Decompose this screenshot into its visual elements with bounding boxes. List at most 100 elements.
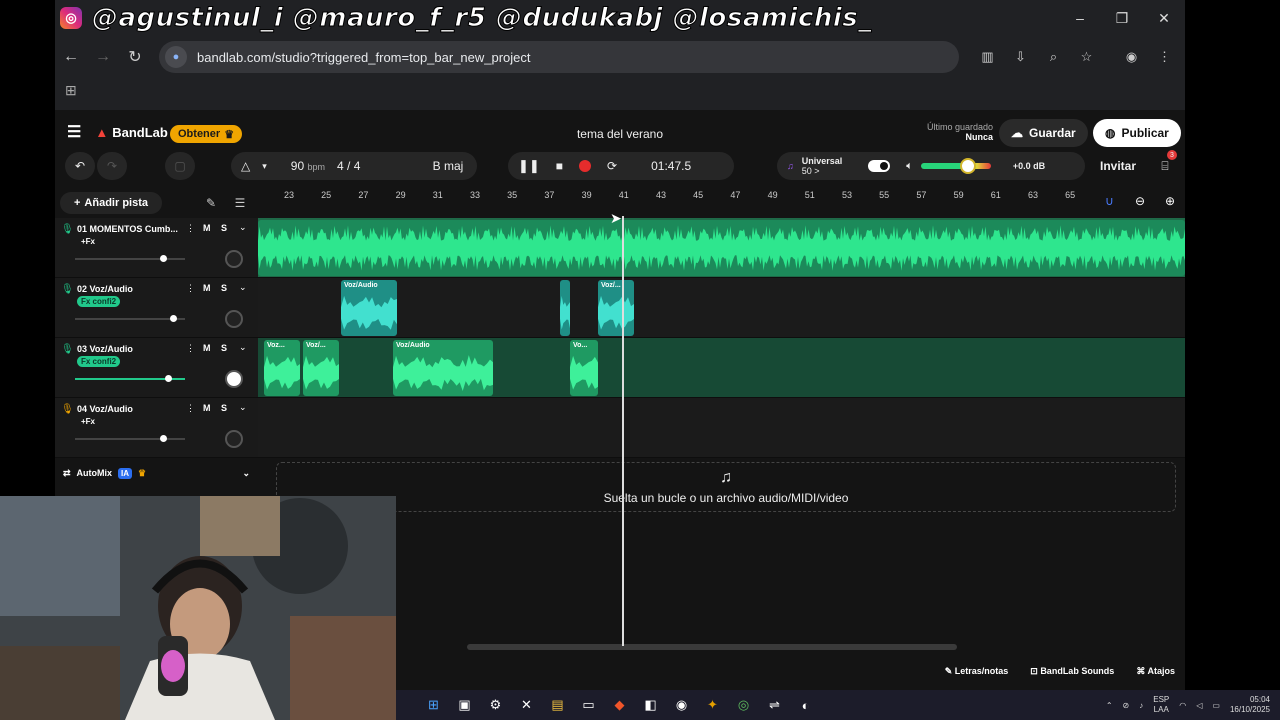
fx-button[interactable]: Fx confi2 bbox=[77, 356, 121, 367]
file-explorer-icon[interactable]: ▤ bbox=[542, 690, 573, 720]
reload-icon[interactable]: ↻ bbox=[119, 41, 151, 73]
track-header[interactable]: 🎙︎ 01 MOMENTOS Cumb... +Fx ⋮ M S ⌄ bbox=[55, 218, 258, 278]
install-app-icon[interactable]: ⇩ bbox=[1006, 43, 1035, 71]
metronome-icon[interactable]: △ bbox=[241, 159, 250, 173]
slider-handle[interactable] bbox=[160, 255, 167, 262]
browser-menu-icon[interactable]: ⋮ bbox=[1150, 43, 1179, 71]
audio-clip[interactable]: Vo... bbox=[570, 340, 598, 396]
playhead[interactable] bbox=[622, 216, 624, 646]
tempo-field[interactable]: 90 bpm bbox=[291, 159, 325, 173]
chevron-down-icon[interactable]: ⌄ bbox=[239, 222, 247, 233]
track-header[interactable]: 🎙︎ 03 Voz/Audio Fx confi2 ⋮ M S ⌄ bbox=[55, 338, 258, 398]
app-icon-2[interactable]: ◧ bbox=[635, 690, 666, 720]
microphone-icon[interactable]: ♪ bbox=[1139, 701, 1143, 710]
audio-clip[interactable]: Voz... bbox=[264, 340, 300, 396]
save-button[interactable]: ☁ Guardar bbox=[999, 119, 1088, 147]
audio-clip[interactable]: Voz/Audio bbox=[341, 280, 397, 336]
redo-icon[interactable]: ↷ bbox=[97, 152, 127, 180]
more-options-icon[interactable]: ⋮ bbox=[186, 283, 195, 294]
address-bar[interactable]: ● bandlab.com/studio?triggered_from=top_… bbox=[159, 41, 959, 73]
steam-icon[interactable]: ◉ bbox=[666, 690, 697, 720]
zoom-in-icon[interactable]: ⊕ bbox=[1165, 194, 1175, 208]
zoom-out-icon[interactable]: ⊖ bbox=[1135, 194, 1145, 208]
windows-start-icon[interactable]: ⊞ bbox=[418, 690, 449, 720]
preset-selector[interactable]: Universal 50 > bbox=[802, 156, 843, 176]
chevron-down-icon[interactable]: ⌄ bbox=[239, 342, 247, 353]
stop-icon[interactable]: ■ bbox=[556, 159, 563, 173]
track-name[interactable]: 01 MOMENTOS Cumb... bbox=[77, 224, 187, 234]
slider-handle[interactable] bbox=[165, 375, 172, 382]
clock[interactable]: 05:04 16/10/2025 bbox=[1230, 695, 1270, 715]
pause-icon[interactable]: ❚❚ bbox=[518, 158, 540, 174]
loop-icon[interactable]: ⟳ bbox=[607, 159, 617, 173]
slider-handle[interactable] bbox=[170, 315, 177, 322]
track-name[interactable]: 03 Voz/Audio bbox=[77, 344, 187, 354]
forward-arrow-icon[interactable]: → bbox=[87, 41, 119, 73]
chevron-down-icon[interactable]: ⌄ bbox=[239, 402, 247, 413]
audio-clip[interactable]: Voz/... bbox=[598, 280, 634, 336]
app-icon-4[interactable]: ⇌ bbox=[759, 690, 790, 720]
profile-avatar-icon[interactable]: ◉ bbox=[1117, 43, 1146, 71]
audio-clip[interactable] bbox=[258, 220, 1185, 276]
site-info-icon[interactable]: ● bbox=[165, 46, 187, 68]
undo-icon[interactable]: ↶ bbox=[65, 152, 95, 180]
automix-panel[interactable]: ⇄ AutoMix IA ♛ ⌄ bbox=[55, 460, 258, 486]
capcut-icon[interactable]: ✕ bbox=[511, 690, 542, 720]
chevron-up-icon[interactable]: ⌃ bbox=[1106, 701, 1113, 710]
track-header[interactable]: 🎙︎ 02 Voz/Audio Fx confi2 ⋮ M S ⌄ bbox=[55, 278, 258, 338]
volume-icon[interactable]: ◁ bbox=[1196, 701, 1202, 710]
add-track-button[interactable]: + Añadir pista bbox=[60, 192, 162, 214]
brave-icon[interactable]: ◆ bbox=[604, 690, 635, 720]
audio-clip[interactable]: Voz/Audio bbox=[393, 340, 493, 396]
more-options-icon[interactable]: ⋮ bbox=[186, 223, 195, 234]
track-header[interactable]: 🎙︎ 04 Voz/Audio +Fx ⋮ M S ⌄ bbox=[55, 398, 258, 458]
horizontal-scrollbar[interactable] bbox=[467, 644, 957, 650]
invite-button[interactable]: Invitar bbox=[1091, 152, 1145, 180]
reading-mode-icon[interactable]: ▥ bbox=[973, 43, 1002, 71]
track-lane[interactable] bbox=[258, 218, 1185, 278]
speaker-icon[interactable]: 🔈︎ bbox=[906, 160, 913, 173]
lyrics-button[interactable]: ✎ Letras/notas bbox=[945, 666, 1009, 677]
mute-button[interactable]: M bbox=[203, 343, 211, 353]
wrench-icon[interactable]: ✎ bbox=[200, 192, 222, 214]
timeline-ruler[interactable]: 23 25 27 29 31 33 35 37 39 41 43 45 47 49 51 53 55 57 59 61… bbox=[258, 186, 1185, 208]
audio-clip[interactable] bbox=[560, 280, 570, 336]
mute-button[interactable]: M bbox=[203, 283, 211, 293]
close-button[interactable]: ✕ bbox=[1143, 0, 1185, 36]
obs-icon[interactable]: ◐ bbox=[790, 690, 821, 720]
metronome-dropdown-icon[interactable]: ▾ bbox=[262, 161, 267, 172]
fx-button[interactable]: +Fx bbox=[77, 236, 99, 247]
wifi-icon[interactable]: ◠ bbox=[1179, 701, 1186, 710]
key-selector[interactable]: B maj bbox=[418, 152, 478, 180]
track-volume-slider[interactable] bbox=[75, 375, 185, 382]
pan-knob[interactable] bbox=[225, 430, 243, 448]
store-icon[interactable]: ▣ bbox=[449, 690, 480, 720]
fx-button[interactable]: Fx confi2 bbox=[77, 296, 121, 307]
microphone-icon[interactable]: 🎙︎ bbox=[61, 344, 74, 355]
sounds-button[interactable]: ⊡ BandLab Sounds bbox=[1030, 666, 1114, 677]
microphone-icon[interactable]: 🎙︎ bbox=[61, 224, 74, 235]
drop-zone[interactable]: ♫ Suelta un bucle o un archivo audio/MID… bbox=[276, 462, 1176, 512]
mute-button[interactable]: M bbox=[203, 403, 211, 413]
language-indicator[interactable]: ESP LAA bbox=[1153, 695, 1169, 715]
solo-button[interactable]: S bbox=[221, 343, 227, 353]
solo-button[interactable]: S bbox=[221, 283, 227, 293]
shortcuts-button[interactable]: ⌘ Atajos bbox=[1136, 666, 1175, 677]
pan-knob[interactable] bbox=[225, 250, 243, 268]
apps-grid-icon[interactable]: ⊞ bbox=[65, 82, 85, 102]
track-name[interactable]: 04 Voz/Audio bbox=[77, 404, 187, 414]
notifications-off-icon[interactable]: ⊘ bbox=[1123, 701, 1130, 710]
bookmark-star-icon[interactable]: ☆ bbox=[1072, 43, 1101, 71]
fx-button[interactable]: +Fx bbox=[77, 416, 99, 427]
chevron-down-icon[interactable]: ⌄ bbox=[239, 282, 247, 293]
battery-icon[interactable]: ▭ bbox=[1212, 701, 1220, 710]
magnet-icon[interactable]: ∪ bbox=[1105, 194, 1114, 208]
track-volume-slider[interactable] bbox=[75, 255, 185, 262]
settings-icon[interactable]: ⚙ bbox=[480, 690, 511, 720]
mute-button[interactable]: M bbox=[203, 223, 211, 233]
solo-button[interactable]: S bbox=[221, 403, 227, 413]
chrome-icon[interactable]: ◎ bbox=[728, 690, 759, 720]
publish-button[interactable]: ◍ Publicar bbox=[1093, 119, 1181, 147]
audio-clip[interactable]: Voz/... bbox=[303, 340, 339, 396]
chevron-down-icon[interactable]: ⌄ bbox=[242, 468, 250, 479]
